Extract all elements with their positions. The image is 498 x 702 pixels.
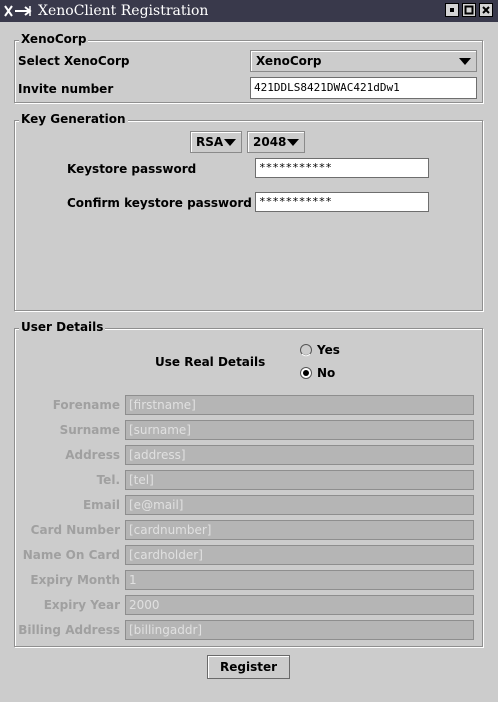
invite-number-label: Invite number bbox=[18, 82, 114, 96]
title-bar[interactable]: XenoClient Registration bbox=[0, 0, 498, 22]
email-field[interactable]: [e@mail] bbox=[125, 495, 474, 515]
name-on-card-label: Name On Card bbox=[22, 548, 120, 562]
radio-yes[interactable] bbox=[299, 343, 313, 357]
forename-field[interactable]: [firstname] bbox=[125, 395, 474, 415]
confirm-password-label: Confirm keystore password bbox=[67, 196, 252, 210]
algorithm-select[interactable]: RSA bbox=[190, 131, 242, 153]
confirm-password-field[interactable]: *********** bbox=[255, 192, 429, 212]
xenocorp-select-value: XenoCorp bbox=[256, 54, 322, 68]
name-on-card-field[interactable]: [cardholder] bbox=[125, 545, 474, 565]
surname-field[interactable]: [surname] bbox=[125, 420, 474, 440]
xeno-app-icon[interactable] bbox=[3, 3, 33, 19]
radio-no[interactable] bbox=[299, 366, 313, 380]
surname-label: Surname bbox=[59, 423, 120, 437]
tel-field[interactable]: [tel] bbox=[125, 470, 474, 490]
key-size-select[interactable]: 2048 bbox=[247, 131, 305, 153]
expiry-month-field[interactable]: 1 bbox=[125, 570, 474, 590]
select-xenocorp-label: Select XenoCorp bbox=[18, 54, 130, 68]
window-title: XenoClient Registration bbox=[38, 3, 209, 19]
maximize-icon[interactable] bbox=[462, 3, 476, 17]
group-title-user-details: User Details bbox=[19, 320, 106, 335]
billing-address-field[interactable]: [billingaddr] bbox=[125, 620, 474, 640]
email-label: Email bbox=[82, 498, 120, 512]
key-size-select-value: 2048 bbox=[253, 135, 287, 149]
card-number-field[interactable]: [cardnumber] bbox=[125, 520, 474, 540]
address-label: Address bbox=[65, 448, 120, 462]
tel-label: Tel. bbox=[96, 473, 120, 487]
card-number-label: Card Number bbox=[30, 523, 120, 537]
keystore-password-label: Keystore password bbox=[67, 162, 197, 176]
use-real-details-label: Use Real Details bbox=[155, 355, 266, 369]
chevron-down-icon bbox=[224, 139, 236, 146]
forename-label: Forename bbox=[52, 398, 120, 412]
expiry-year-field[interactable]: 2000 bbox=[125, 595, 474, 615]
algorithm-select-value: RSA bbox=[196, 135, 224, 149]
billing-address-label: Billing Address bbox=[18, 623, 120, 637]
radio-yes-label[interactable]: Yes bbox=[317, 343, 340, 357]
radio-no-label[interactable]: No bbox=[317, 366, 335, 380]
group-title-key-generation: Key Generation bbox=[19, 112, 128, 127]
chevron-down-icon bbox=[287, 139, 299, 146]
group-title-xenocorp: XenoCorp bbox=[19, 32, 89, 47]
expiry-year-label: Expiry Year bbox=[43, 598, 120, 612]
invite-number-field[interactable]: 421DDLS8421DWAC421dDw1 bbox=[250, 77, 477, 99]
register-button[interactable]: Register bbox=[207, 655, 290, 679]
address-field[interactable]: [address] bbox=[125, 445, 474, 465]
xenocorp-select[interactable]: XenoCorp bbox=[250, 50, 477, 72]
minimize-icon[interactable] bbox=[445, 3, 459, 17]
keystore-password-field[interactable]: *********** bbox=[255, 158, 429, 178]
registration-window: XenoClient Registration XenoCorp Select … bbox=[0, 0, 498, 702]
close-icon[interactable] bbox=[479, 3, 493, 17]
expiry-month-label: Expiry Month bbox=[30, 573, 120, 587]
chevron-down-icon bbox=[459, 58, 471, 65]
